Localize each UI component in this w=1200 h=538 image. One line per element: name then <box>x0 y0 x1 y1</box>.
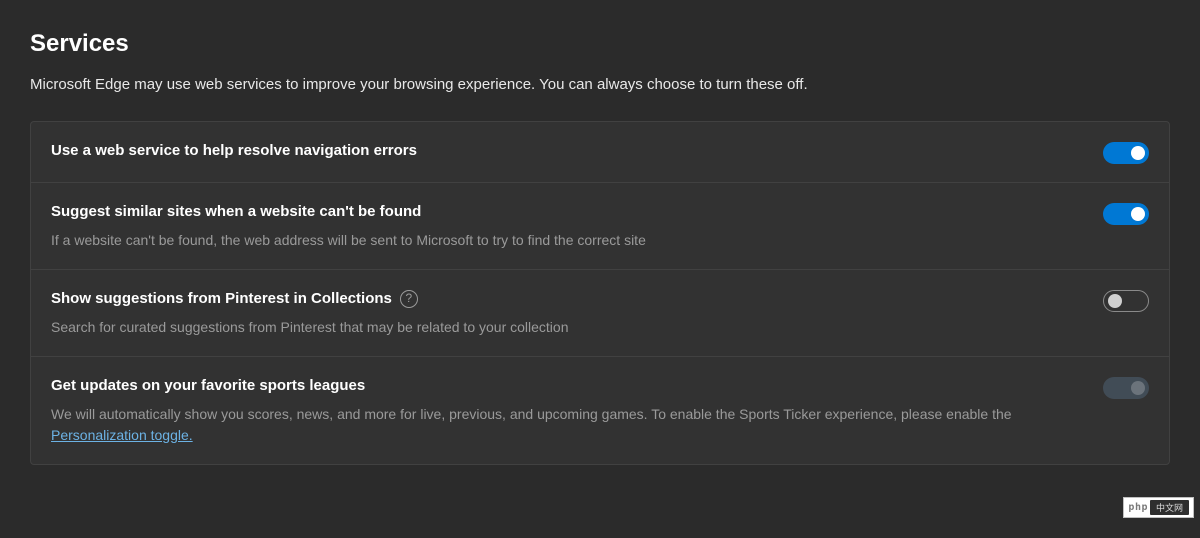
setting-subtitle-text: We will automatically show you scores, n… <box>51 406 1012 422</box>
personalization-link[interactable]: Personalization toggle. <box>51 427 193 443</box>
setting-subtitle: We will automatically show you scores, n… <box>51 404 1063 446</box>
setting-title: Get updates on your favorite sports leag… <box>51 375 365 396</box>
setting-text: Suggest similar sites when a website can… <box>51 201 1103 251</box>
help-icon[interactable]: ? <box>400 290 418 308</box>
watermark-text-a: php <box>1128 502 1148 513</box>
toggle-sports <box>1103 377 1149 399</box>
setting-title-text: Show suggestions from Pinterest in Colle… <box>51 288 392 309</box>
setting-row-navigation-errors: Use a web service to help resolve naviga… <box>31 122 1169 183</box>
setting-subtitle: If a website can't be found, the web add… <box>51 230 1063 251</box>
toggle-knob <box>1108 294 1122 308</box>
setting-text: Show suggestions from Pinterest in Colle… <box>51 288 1103 338</box>
watermark-text-b: 中文网 <box>1150 500 1189 515</box>
setting-row-pinterest: Show suggestions from Pinterest in Colle… <box>31 270 1169 357</box>
toggle-knob <box>1131 146 1145 160</box>
setting-text: Get updates on your favorite sports leag… <box>51 375 1103 446</box>
setting-title: Suggest similar sites when a website can… <box>51 201 421 222</box>
setting-title: Show suggestions from Pinterest in Colle… <box>51 288 418 309</box>
watermark: php 中文网 <box>1123 497 1194 518</box>
toggle-navigation-errors[interactable] <box>1103 142 1149 164</box>
settings-card: Use a web service to help resolve naviga… <box>30 121 1170 465</box>
section-description: Microsoft Edge may use web services to i… <box>30 76 1170 93</box>
setting-row-suggest-sites: Suggest similar sites when a website can… <box>31 183 1169 270</box>
section-title: Services <box>30 30 1170 58</box>
toggle-pinterest[interactable] <box>1103 290 1149 312</box>
setting-row-sports: Get updates on your favorite sports leag… <box>31 357 1169 464</box>
setting-text: Use a web service to help resolve naviga… <box>51 140 1103 161</box>
toggle-knob <box>1131 381 1145 395</box>
toggle-suggest-sites[interactable] <box>1103 203 1149 225</box>
setting-subtitle: Search for curated suggestions from Pint… <box>51 317 1063 338</box>
toggle-knob <box>1131 207 1145 221</box>
setting-title: Use a web service to help resolve naviga… <box>51 140 417 161</box>
